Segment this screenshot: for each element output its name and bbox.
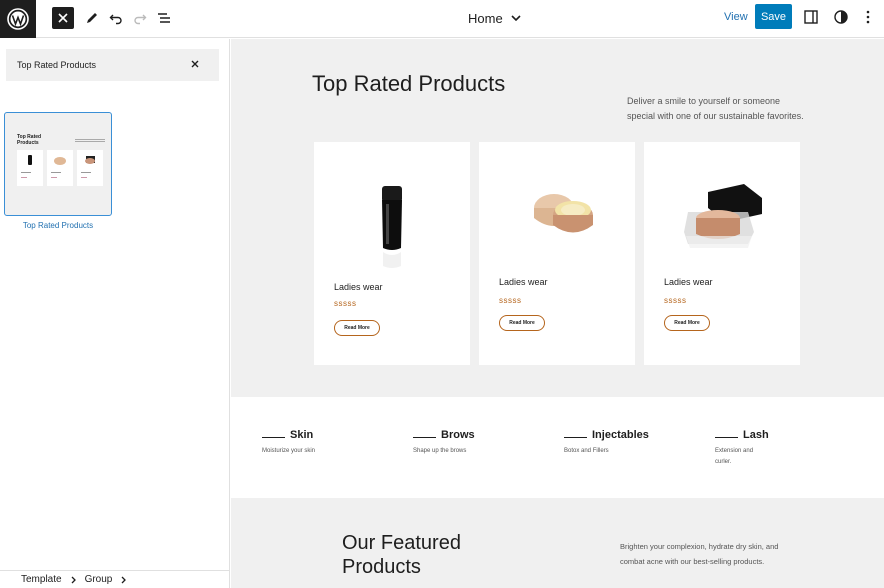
editor-canvas[interactable]: Top Rated Products Deliver a smile to yo…	[231, 39, 884, 588]
document-title-dropdown[interactable]: Home	[468, 9, 521, 27]
close-icon	[58, 13, 68, 23]
save-button[interactable]: Save	[755, 4, 792, 29]
wordpress-logo-icon[interactable]	[0, 0, 36, 38]
feature-description[interactable]: Shape up the brows	[413, 446, 467, 457]
feature-divider	[715, 437, 738, 438]
chevron-down-icon	[511, 15, 521, 21]
product-card[interactable]: Ladies wear sssss Read More	[479, 142, 635, 365]
product-image	[534, 194, 593, 233]
breadcrumb-item[interactable]: Template	[21, 574, 62, 585]
list-view-icon	[158, 13, 170, 23]
feature-divider	[262, 437, 285, 438]
feature-divider	[413, 437, 436, 438]
feature-description[interactable]: Moisturize your skin	[262, 446, 316, 457]
product-rating: sssss	[664, 296, 687, 305]
feature-description[interactable]: Extension and curler.	[715, 446, 769, 468]
product-card[interactable]: Ladies wear sssss Read More	[644, 142, 800, 365]
close-icon[interactable]	[189, 58, 201, 70]
product-image	[382, 186, 402, 268]
product-card[interactable]: Ladies wear sssss Read More	[314, 142, 470, 365]
view-button[interactable]: View	[724, 11, 748, 23]
chevron-right-icon	[71, 576, 76, 583]
feature-divider	[564, 437, 587, 438]
pen-icon	[87, 13, 97, 23]
pattern-preview-title: Top Rated Products	[17, 134, 42, 146]
breadcrumb-item[interactable]: Group	[85, 574, 113, 585]
read-more-button[interactable]: Read More	[499, 315, 545, 331]
styles-button[interactable]	[832, 8, 850, 26]
pattern-preview-card[interactable]: Top Rated Products	[4, 112, 112, 216]
feature-title[interactable]: Skin	[290, 429, 313, 441]
top-rated-section[interactable]: Top Rated Products Deliver a smile to yo…	[231, 39, 884, 397]
feature-title[interactable]: Brows	[441, 429, 475, 441]
feature-description[interactable]: Botox and Fillers	[564, 446, 618, 457]
pattern-preview-product	[47, 150, 73, 186]
close-inserter-button[interactable]	[52, 7, 74, 29]
product-rating: sssss	[334, 299, 357, 308]
section-heading[interactable]: Top Rated Products	[312, 70, 512, 97]
search-value: Top Rated Products	[17, 60, 97, 70]
featured-section[interactable]: Our Featured Products Brighten your comp…	[231, 498, 884, 588]
redo-button[interactable]	[130, 8, 150, 28]
redo-icon	[134, 14, 147, 25]
chevron-right-icon	[121, 576, 127, 583]
product-name[interactable]: Ladies wear	[664, 277, 713, 287]
product-name[interactable]: Ladies wear	[334, 282, 383, 292]
feature-title[interactable]: Injectables	[592, 429, 649, 441]
edit-tools-button[interactable]	[82, 8, 102, 28]
undo-button[interactable]	[106, 8, 126, 28]
featured-heading[interactable]: Our Featured Products	[342, 531, 542, 579]
featured-description[interactable]: Brighten your complexion, hydrate dry sk…	[620, 539, 795, 569]
pattern-preview-product	[17, 150, 43, 186]
read-more-button[interactable]: Read More	[664, 315, 710, 331]
styles-contrast-icon	[834, 10, 848, 24]
editor-toolbar: Home View Save	[0, 0, 884, 38]
pattern-preview-description	[75, 139, 105, 143]
settings-panel-button[interactable]	[802, 8, 820, 26]
breadcrumb: Template Group	[0, 570, 230, 588]
more-options-icon	[866, 10, 870, 24]
feature-title[interactable]: Lash	[743, 429, 769, 441]
pattern-search-input[interactable]: Top Rated Products	[6, 49, 219, 81]
settings-panel-icon	[804, 10, 818, 24]
list-view-button[interactable]	[154, 8, 174, 28]
product-rating: sssss	[499, 296, 522, 305]
section-description[interactable]: Deliver a smile to yourself or someone s…	[627, 94, 807, 124]
read-more-button[interactable]: Read More	[334, 320, 380, 336]
pattern-label[interactable]: Top Rated Products	[4, 221, 112, 230]
document-title: Home	[468, 10, 503, 26]
undo-icon	[109, 14, 122, 25]
pattern-preview-product	[77, 150, 103, 186]
product-image	[684, 184, 762, 248]
product-name[interactable]: Ladies wear	[499, 277, 548, 287]
pattern-inserter-panel: Top Rated Products Top Rated Products To…	[0, 39, 230, 588]
more-options-button[interactable]	[860, 8, 876, 26]
